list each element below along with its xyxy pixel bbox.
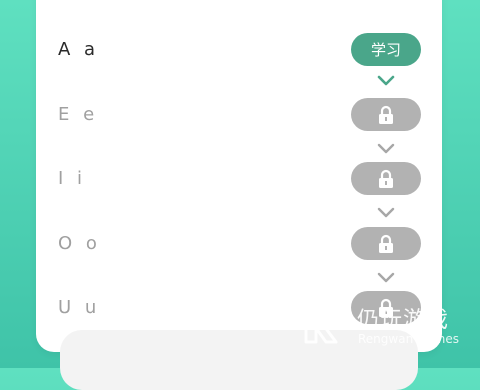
lock-icon [379, 105, 393, 124]
watermark-logo-icon [304, 306, 348, 344]
lesson-letters-o: O o [58, 233, 101, 254]
lesson-letters-u: U u [58, 297, 101, 318]
lock-icon [379, 234, 393, 253]
lesson-letters-i: I i [58, 168, 87, 189]
watermark-subtitle: Rengwan Games [358, 332, 459, 346]
locked-button-o[interactable] [351, 227, 421, 260]
locked-button-e[interactable] [351, 98, 421, 131]
locked-button-i[interactable] [351, 162, 421, 195]
chevron-down-icon [377, 75, 395, 86]
chevron-down-icon [377, 143, 395, 154]
chevron-down-icon [377, 272, 395, 283]
watermark-title: 仍玩游戏 [357, 308, 450, 333]
lesson-letters-e: E e [58, 104, 99, 125]
learn-button[interactable]: 学习 [351, 33, 421, 66]
lesson-letters-a: A a [58, 39, 100, 60]
learn-button-label: 学习 [370, 41, 401, 59]
chevron-down-icon [377, 207, 395, 218]
lock-icon [379, 169, 393, 188]
